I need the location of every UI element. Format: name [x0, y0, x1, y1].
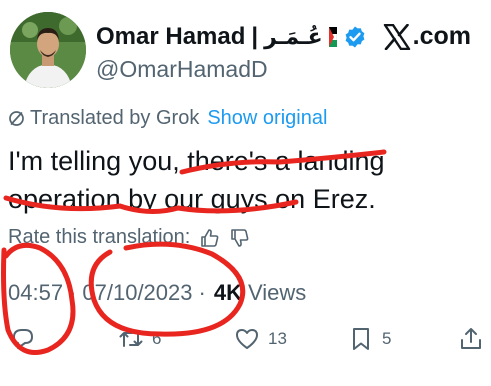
name-row: Omar Hamad | عُـمَـر	[96, 20, 367, 54]
user-handle[interactable]: @OmarHamadD	[96, 56, 268, 83]
tweet-meta: 04:57 · 07/10/2023 · 4K Views	[8, 280, 306, 306]
name-separator: |	[251, 23, 259, 50]
share-icon	[461, 328, 481, 349]
tweet-text: I'm telling you, there's a landing opera…	[8, 146, 385, 214]
flag-icon	[328, 27, 337, 47]
share-button[interactable]	[458, 326, 484, 352]
meta-separator: ·	[69, 280, 77, 305]
thumbs-up-icon[interactable]	[200, 228, 220, 248]
avatar[interactable]	[10, 12, 86, 88]
repost-icon	[119, 331, 143, 347]
views-count: 4K	[213, 280, 242, 305]
tweet-actions: 6 13 5	[0, 326, 491, 358]
thumbs-down-icon[interactable]	[230, 228, 250, 248]
rate-translation-row: Rate this translation:	[8, 226, 250, 249]
translate-icon	[9, 111, 24, 126]
bookmark-button[interactable]: 5	[348, 326, 391, 352]
meta-separator: ·	[198, 280, 206, 305]
reply-icon	[13, 329, 33, 349]
avatar-photo	[10, 12, 86, 88]
tweet-time[interactable]: 04:57	[8, 280, 63, 306]
verified-badge-icon	[345, 26, 365, 48]
rate-translation-label: Rate this translation:	[8, 226, 191, 248]
like-button[interactable]: 13	[234, 326, 287, 352]
brand-text: .com	[412, 22, 471, 50]
views-label: Views	[247, 280, 307, 305]
translated-by-label: Translated by Grok	[30, 107, 200, 129]
reply-button[interactable]	[10, 326, 36, 352]
bookmark-icon	[353, 328, 369, 350]
x-logo-icon	[383, 23, 410, 50]
brand-watermark: .com	[383, 22, 471, 51]
heart-icon	[236, 329, 258, 349]
like-count: 13	[268, 329, 287, 348]
show-original-link[interactable]: Show original	[207, 107, 327, 130]
display-name[interactable]: Omar Hamad	[96, 23, 245, 51]
tweet-date[interactable]: 07/10/2023	[82, 280, 192, 306]
arabic-name: عُـمَـر	[264, 24, 323, 50]
translation-notice: Translated by Grok Show original	[8, 107, 327, 130]
repost-count: 6	[152, 329, 162, 348]
bookmark-count: 5	[382, 329, 392, 348]
tweet-header: Omar Hamad | عُـمَـر @OmarHamadD .com	[10, 12, 485, 92]
repost-button[interactable]: 6	[118, 326, 161, 352]
